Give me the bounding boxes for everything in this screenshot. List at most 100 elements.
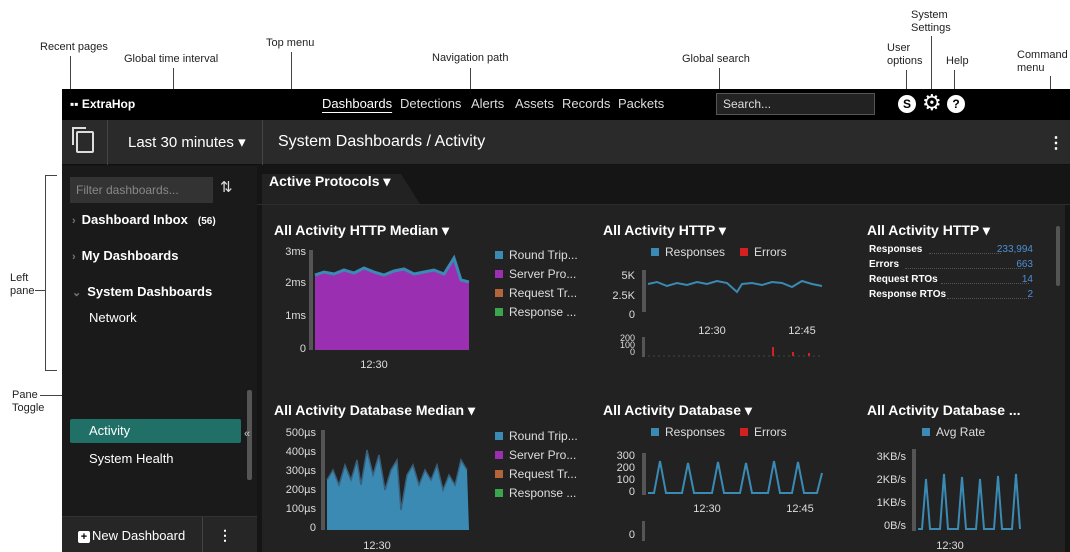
stat-value[interactable]: 233,994	[973, 244, 1033, 255]
chevron-down-icon: ▾	[238, 134, 246, 151]
legend-responses: Responses	[651, 245, 725, 259]
pane-toggle-icon[interactable]: «	[244, 428, 250, 440]
db-rate-title[interactable]: All Activity Database ...	[867, 402, 1021, 418]
http-chart-ytick: 2.5K	[612, 290, 635, 302]
db-chart-xtick: 12:30	[693, 503, 721, 515]
nav-records[interactable]: Records	[562, 96, 610, 111]
db-median-ytick: 500µs	[285, 427, 316, 439]
annotation-global-time-interval: Global time interval	[124, 53, 219, 65]
db-rate-ytick: 0B/s	[883, 520, 906, 532]
left-pane: Filter dashboards... ⇅ › Dashboard Inbox(…	[62, 166, 257, 552]
db-median-ytick: 200µs	[285, 484, 316, 496]
chevron-down-icon: ⌄	[72, 287, 82, 299]
annotation-recent-pages: Recent pages	[40, 41, 108, 53]
stat-label: Request RTOs	[869, 274, 938, 285]
new-dashboard-button[interactable]: + New Dashboard	[78, 528, 185, 543]
tab-active-protocols-label: Active Protocols ▾	[269, 173, 391, 189]
stat-value[interactable]: 663	[973, 259, 1033, 270]
legend-response: Response ...	[495, 486, 576, 500]
db-chart-title[interactable]: All Activity Database ▾	[603, 402, 752, 419]
command-menu-icon[interactable]: ⋮	[1048, 133, 1064, 153]
http-median-ytick: 2ms	[285, 277, 306, 289]
legend-errors: Errors	[740, 425, 787, 439]
annotation-system-settings: System Settings	[911, 9, 951, 34]
annotation-command-menu: Command menu	[1017, 49, 1068, 74]
filter-dashboards-input[interactable]: Filter dashboards...	[70, 177, 213, 203]
legend-request-tr: Request Tr...	[495, 467, 577, 481]
http-median-title[interactable]: All Activity HTTP Median ▾	[274, 222, 449, 239]
left-item-network[interactable]: Network	[89, 310, 137, 325]
db-rate-ytick: 3KB/s	[876, 451, 906, 463]
db-errors-chart	[642, 521, 645, 541]
left-item-my-dashboards[interactable]: › My Dashboards	[72, 248, 178, 263]
http-errors-chart	[642, 337, 822, 357]
stat-value[interactable]: 14	[973, 274, 1033, 285]
dashboard-subbar: Last 30 minutes ▾ System Dashboards / Ac…	[62, 120, 1070, 165]
http-median-ytick: 0	[299, 343, 306, 355]
http-chart-ytick2: 0	[629, 347, 635, 357]
legend-round-trip: Round Trip...	[495, 248, 578, 262]
db-responses-chart	[642, 453, 823, 495]
left-item-system-dashboards[interactable]: ⌄ System Dashboards	[72, 284, 212, 299]
top-navigation-bar: ▪▪ ExtraHop Dashboards Detections Alerts…	[62, 89, 1070, 120]
stat-value[interactable]: 2	[973, 289, 1033, 300]
legend-errors: Errors	[740, 245, 787, 259]
global-time-interval-button[interactable]: Last 30 minutes ▾	[128, 133, 246, 151]
dashboard-main: Active Protocols ▾ All Activity HTTP Med…	[257, 166, 1070, 552]
db-chart-ytick: 0	[628, 486, 635, 498]
nav-assets[interactable]: Assets	[515, 96, 554, 111]
annotation-left-pane: Left pane	[10, 272, 35, 297]
db-chart-ytick: 200	[616, 462, 635, 474]
http-chart-xtick: 12:30	[698, 325, 726, 337]
extrahop-app: ▪▪ ExtraHop Dashboards Detections Alerts…	[62, 89, 1070, 552]
left-item-system-health[interactable]: System Health	[89, 451, 174, 466]
new-dashboard-menu-icon[interactable]: ⋮	[218, 527, 232, 544]
stat-label: Errors	[869, 259, 900, 270]
db-rate-xtick: 12:30	[936, 540, 964, 552]
http-chart-ytick: 0	[628, 309, 635, 321]
dashboard-scrollbar[interactable]	[1056, 226, 1060, 286]
left-item-dashboard-inbox[interactable]: › Dashboard Inbox (56)	[72, 212, 216, 227]
annotation-pane-toggle: Pane Toggle	[12, 389, 45, 414]
extrahop-logo[interactable]: ▪▪ ExtraHop	[70, 97, 135, 111]
legend-server-pro: Server Pro...	[495, 448, 576, 462]
db-chart-ytick: 300	[616, 450, 635, 462]
http-list-title[interactable]: All Activity HTTP ▾	[867, 222, 990, 239]
nav-dashboards[interactable]: Dashboards	[322, 96, 392, 111]
annotation-top-menu: Top menu	[266, 37, 315, 49]
new-dashboard-bar: + New Dashboard ⋮	[62, 516, 257, 552]
db-median-xtick: 12:30	[363, 540, 391, 552]
db-chart-ytick2: 0	[628, 529, 635, 541]
legend-response: Response ...	[495, 305, 576, 319]
user-options-icon[interactable]: S	[898, 95, 916, 113]
db-chart-ytick: 100	[616, 474, 635, 486]
http-median-ytick: 1ms	[285, 310, 306, 322]
nav-detections[interactable]: Detections	[400, 96, 461, 111]
navigation-path-breadcrumb: System Dashboards / Activity	[278, 133, 486, 150]
db-median-ytick: 100µs	[285, 503, 316, 515]
recent-pages-button[interactable]	[62, 120, 108, 165]
annotation-global-search: Global search	[682, 53, 750, 65]
inbox-count-badge: (56)	[197, 216, 216, 227]
nav-alerts[interactable]: Alerts	[471, 96, 504, 111]
http-chart-title[interactable]: All Activity HTTP ▾	[603, 222, 726, 239]
help-icon[interactable]: ?	[947, 95, 965, 113]
nav-packets[interactable]: Packets	[618, 96, 664, 111]
http-median-ytick: 3ms	[285, 246, 306, 258]
global-search-input[interactable]: Search...	[716, 93, 875, 115]
annotation-user-options: User options	[887, 42, 923, 67]
http-chart-xtick: 12:45	[788, 325, 816, 337]
legend-responses: Responses	[651, 425, 725, 439]
legend-round-trip: Round Trip...	[495, 429, 578, 443]
plus-icon: +	[78, 531, 90, 543]
sort-icon[interactable]: ⇅	[220, 178, 233, 196]
db-median-ytick: 0	[309, 522, 316, 534]
stat-label: Responses	[869, 244, 923, 255]
system-settings-gear-icon[interactable]: ⚙	[922, 91, 942, 115]
left-item-activity-label: Activity	[89, 423, 131, 438]
db-median-title[interactable]: All Activity Database Median ▾	[274, 402, 475, 419]
chevron-right-icon: ›	[72, 215, 76, 227]
legend-request-tr: Request Tr...	[495, 286, 577, 300]
legend-avg-rate: Avg Rate	[922, 425, 985, 439]
db-median-ytick: 400µs	[285, 446, 316, 458]
